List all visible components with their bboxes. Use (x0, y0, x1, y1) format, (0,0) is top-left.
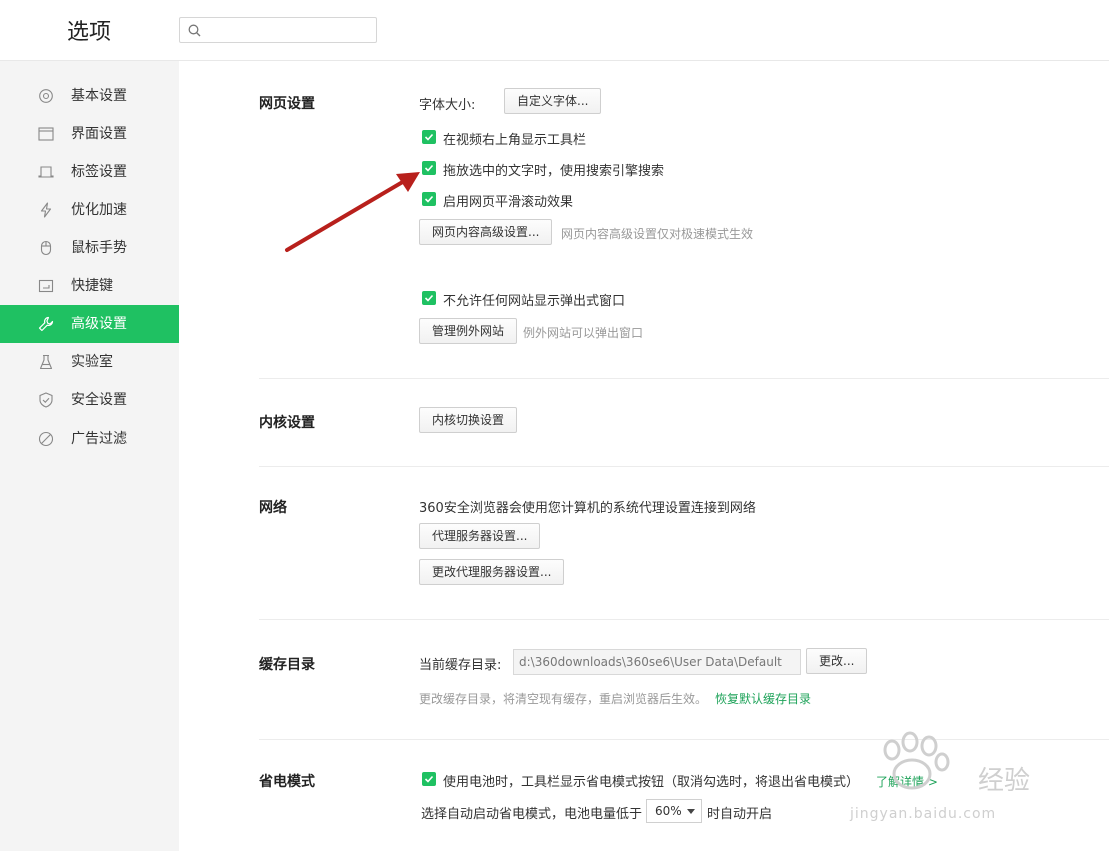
tab-icon (38, 166, 54, 178)
sidebar-item-label: 安全设置 (71, 392, 127, 408)
checkbox-drag-search-label: 拖放选中的文字时，使用搜索引擎搜索 (443, 164, 665, 179)
sidebar-item-label: 标签设置 (71, 164, 127, 180)
advanced-content-hint: 网页内容高级设置仅对极速模式生效 (561, 227, 754, 241)
sidebar: 基本设置 界面设置 标签设置 优化加速 鼠标手势 快捷键 高级设置 实验室 安全… (0, 61, 179, 851)
watermark-brand: 经验 (978, 766, 1031, 796)
checkbox-block-popups-label: 不允许任何网站显示弹出式窗口 (443, 294, 626, 309)
proxy-settings-button[interactable]: 代理服务器设置... (419, 523, 541, 549)
cache-hint: 更改缓存目录，将清空现有缓存，重启浏览器后生效。 (419, 692, 708, 706)
window-icon (38, 127, 54, 141)
network-description: 360安全浏览器会使用您计算机的系统代理设置连接到网络 (419, 501, 756, 516)
paw-logo-icon (883, 731, 950, 790)
kernel-switch-button[interactable]: 内核切换设置 (419, 407, 518, 433)
sidebar-item-tabs[interactable]: 标签设置 (0, 153, 179, 191)
sidebar-item-label: 界面设置 (71, 126, 127, 142)
checkbox-smooth-scroll-label: 启用网页平滑滚动效果 (443, 195, 574, 210)
sidebar-item-interface[interactable]: 界面设置 (0, 115, 179, 153)
sidebar-item-label: 实验室 (71, 354, 113, 370)
sidebar-item-lab[interactable]: 实验室 (0, 343, 179, 381)
sidebar-item-label: 高级设置 (71, 316, 127, 332)
checkmark-icon (424, 195, 434, 203)
section-divider (259, 466, 1109, 467)
sidebar-item-security[interactable]: 安全设置 (0, 381, 179, 419)
wrench-icon (38, 316, 54, 332)
sidebar-item-label: 优化加速 (71, 202, 127, 218)
custom-font-button[interactable]: 自定义字体... (504, 88, 602, 114)
title-bar: 选项 (0, 0, 1109, 61)
manage-exceptions-hint: 例外网站可以弹出窗口 (523, 326, 644, 340)
checkbox-battery-button[interactable] (422, 772, 436, 786)
page-title: 选项 (67, 20, 112, 45)
section-divider (259, 378, 1109, 379)
checkbox-toolbar[interactable] (422, 130, 436, 144)
power-auto-label: 选择自动启动省电模式，电池电量低于 (421, 807, 643, 822)
section-title-cache: 缓存目录 (259, 657, 315, 673)
checkbox-battery-label: 使用电池时，工具栏显示省电模式按钮（取消勾选时，将退出省电模式） (443, 775, 860, 790)
search-icon (188, 24, 201, 37)
sidebar-item-advanced[interactable]: 高级设置 (0, 305, 179, 343)
battery-threshold-value: 60% (655, 804, 682, 818)
search-box[interactable] (179, 17, 377, 43)
checkbox-smooth-scroll[interactable] (422, 192, 436, 206)
sidebar-item-mouse-gesture[interactable]: 鼠标手势 (0, 229, 179, 267)
sidebar-item-label: 快捷键 (71, 278, 113, 294)
section-title-kernel: 内核设置 (259, 415, 315, 431)
section-divider (259, 739, 1109, 740)
section-title-power: 省电模式 (259, 774, 315, 790)
sidebar-item-optimize[interactable]: 优化加速 (0, 191, 179, 229)
mouse-icon (40, 240, 52, 256)
lightning-icon (40, 202, 52, 218)
flask-icon (39, 354, 53, 370)
sidebar-item-shortcuts[interactable]: 快捷键 (0, 267, 179, 305)
checkbox-drag-search[interactable] (422, 161, 436, 175)
checkmark-icon (424, 164, 434, 172)
chevron-down-icon (687, 809, 695, 814)
gear-icon (39, 89, 53, 103)
keyboard-icon (38, 279, 54, 293)
section-title-network: 网络 (259, 500, 287, 516)
change-cache-button[interactable]: 更改... (806, 648, 868, 674)
shield-icon (39, 392, 53, 408)
checkmark-icon (424, 133, 434, 141)
checkmark-icon (424, 775, 434, 783)
cache-path-field[interactable]: d:\360downloads\360se6\User Data\Default (513, 649, 801, 675)
checkmark-icon (424, 294, 434, 302)
advanced-content-button[interactable]: 网页内容高级设置... (419, 219, 553, 245)
sidebar-item-label: 基本设置 (71, 88, 127, 104)
block-icon (38, 431, 54, 447)
restore-default-cache-link[interactable]: 恢复默认缓存目录 (715, 690, 811, 707)
battery-threshold-select[interactable]: 60% (646, 799, 702, 823)
manage-exceptions-button[interactable]: 管理例外网站 (419, 318, 518, 344)
section-divider (259, 619, 1109, 620)
change-proxy-button[interactable]: 更改代理服务器设置... (419, 559, 565, 585)
section-title-webpage: 网页设置 (259, 96, 315, 112)
watermark-url: jingyan.baidu.com (850, 806, 997, 822)
sidebar-item-label: 广告过滤 (71, 431, 127, 447)
sidebar-item-label: 鼠标手势 (71, 240, 127, 256)
sidebar-item-basic[interactable]: 基本设置 (0, 77, 179, 115)
checkbox-toolbar-label: 在视频右上角显示工具栏 (443, 133, 587, 148)
sidebar-item-adblock[interactable]: 广告过滤 (0, 420, 179, 458)
power-auto-suffix: 时自动开启 (707, 807, 773, 822)
cache-current-label: 当前缓存目录: (419, 658, 502, 673)
search-input[interactable] (208, 20, 372, 42)
font-size-label: 字体大小: (419, 98, 476, 113)
checkbox-block-popups[interactable] (422, 291, 436, 305)
